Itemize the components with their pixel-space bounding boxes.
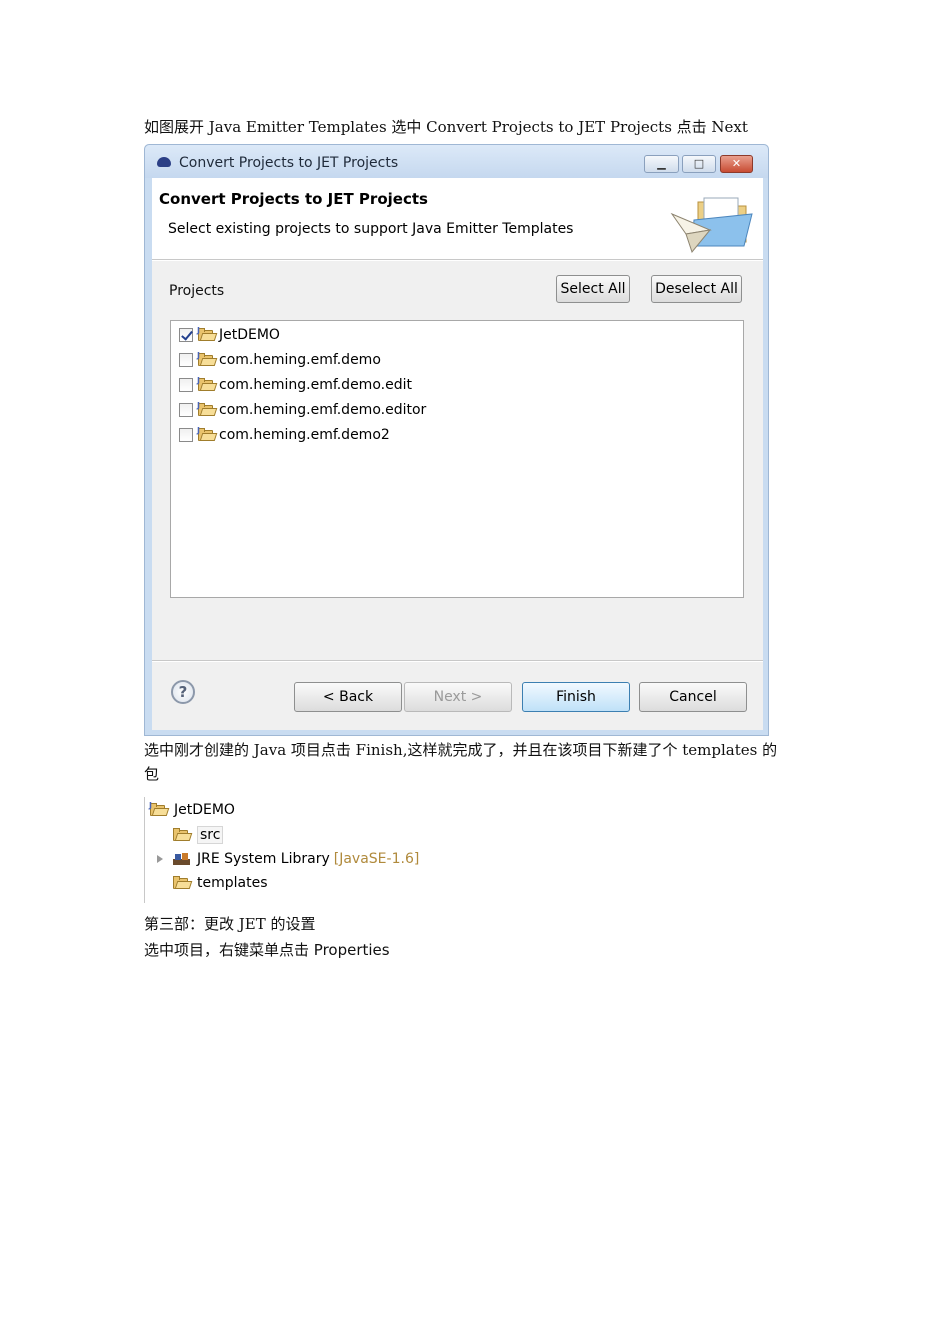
project-list-item[interactable]: J com.heming.emf.demo.edit [179,374,412,396]
tree-jre-version: [JavaSE-1.6] [333,851,420,867]
project-checkbox[interactable] [179,428,193,442]
project-list-item[interactable]: J com.heming.emf.demo2 [179,424,390,446]
dialog-banner: Convert Projects to JET Projects Select … [152,178,763,260]
project-list-item[interactable]: J JetDEMO [179,324,280,346]
dialog-client: Convert Projects to JET Projects Select … [152,178,763,730]
maximize-button[interactable]: □ [682,155,716,173]
java-project-folder-icon: J [149,801,170,817]
tree-src-label: src [197,826,224,844]
deselect-all-button[interactable]: Deselect All [651,275,742,303]
java-project-folder-icon: J [197,426,218,442]
library-icon [173,852,191,866]
source-folder-icon [173,828,193,842]
project-name: JetDEMO [219,327,280,343]
project-name: com.heming.emf.demo2 [219,427,390,443]
select-all-button[interactable]: Select All [556,275,630,303]
project-checkbox[interactable] [179,353,193,367]
project-name: com.heming.emf.demo.editor [219,402,427,418]
project-list-item[interactable]: J com.heming.emf.demo [179,349,381,371]
convert-projects-dialog: Convert Projects to JET Projects ▁ □ ✕ C… [144,144,769,736]
java-project-folder-icon: J [197,326,218,342]
finish-button[interactable]: Finish [522,682,630,712]
next-button[interactable]: Next > [404,682,512,712]
java-project-folder-icon: J [197,376,218,392]
tree-item-src[interactable]: src [173,824,224,846]
step3-heading: 第三部：更改 JET 的设置 [144,915,316,933]
project-list-item[interactable]: J com.heming.emf.demo.editor [179,399,426,421]
tree-project-label: JetDEMO [174,802,235,818]
project-checkbox[interactable] [179,378,193,392]
dialog-footer: ? < Back Next > Finish Cancel [152,662,763,730]
tree-jre-label: JRE System Library [197,851,330,867]
project-explorer-tree: J JetDEMO src JRE System Library [JavaSE… [144,797,444,903]
minimize-button[interactable]: ▁ [644,155,679,173]
project-checkbox[interactable] [179,403,193,417]
after-text-line2: 包 [144,765,160,783]
tree-item-jre[interactable]: JRE System Library [JavaSE-1.6] [173,848,419,870]
step3-description-prefix: 选中项目，右键菜单点击 [144,941,314,959]
projects-list[interactable]: J JetDEMO J com.heming.emf.demo J com.he… [170,320,744,598]
step3-description: 选中项目，右键菜单点击 Properties [144,938,390,962]
java-project-folder-icon: J [197,401,218,417]
folder-paper-plane-icon [670,197,753,254]
tree-item-project[interactable]: J JetDEMO [149,799,235,821]
back-button[interactable]: < Back [294,682,402,712]
project-checkbox[interactable] [179,328,193,342]
dialog-window-title: Convert Projects to JET Projects [179,155,399,171]
dialog-body: Projects Select All Deselect All J JetDE… [152,261,763,661]
expand-arrow-icon[interactable] [157,855,163,863]
help-icon[interactable]: ? [171,680,195,704]
java-project-folder-icon: J [197,351,218,367]
projects-label: Projects [169,283,225,299]
project-name: com.heming.emf.demo [219,352,381,368]
cancel-button[interactable]: Cancel [639,682,747,712]
dialog-titlebar[interactable]: Convert Projects to JET Projects ▁ □ ✕ [145,145,768,178]
eclipse-icon [157,157,171,167]
dialog-description: Select existing projects to support Java… [168,221,574,237]
close-button[interactable]: ✕ [720,155,753,173]
folder-icon [173,876,193,890]
intro-text: 如图展开 Java Emitter Templates 选中 Convert P… [144,118,748,136]
after-text-line1: 选中刚才创建的 Java 项目点击 Finish,这样就完成了，并且在该项目下新… [144,741,778,759]
tree-item-templates[interactable]: templates [173,872,268,894]
step3-description-word: Properties [313,941,390,959]
dialog-heading: Convert Projects to JET Projects [159,190,428,208]
tree-templates-label: templates [197,875,268,891]
project-name: com.heming.emf.demo.edit [219,377,412,393]
